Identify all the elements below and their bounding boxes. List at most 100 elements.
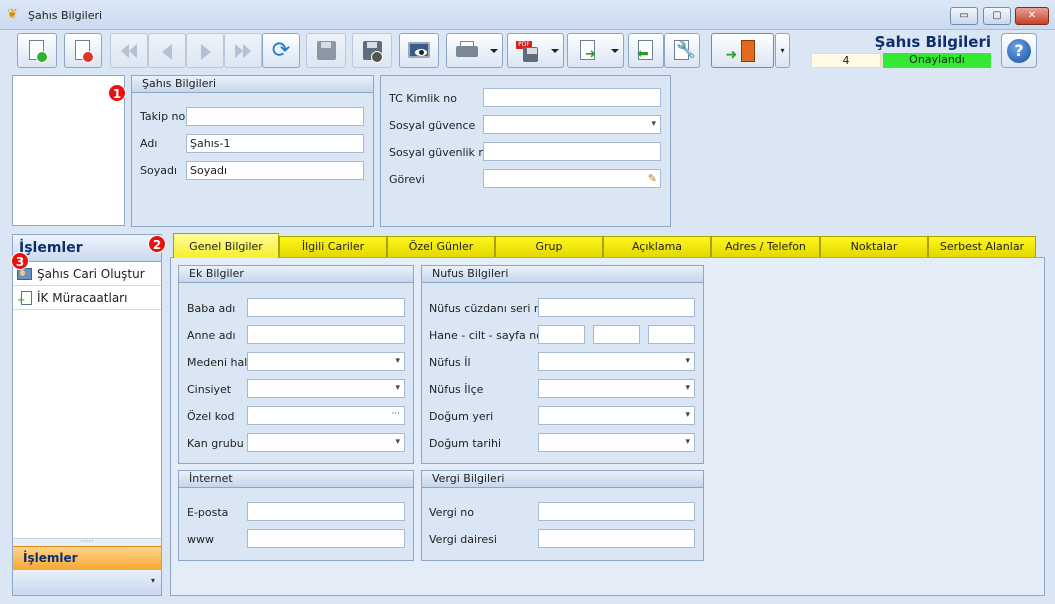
cilt-no-input[interactable] [593,325,640,344]
panel-splitter-grip[interactable]: ····· [13,538,161,546]
tab-adres-telefon[interactable]: Adres / Telefon [711,236,820,258]
tab-grup[interactable]: Grup [495,236,603,258]
new-record-button[interactable] [17,33,57,68]
hane-cilt-sayfa-label: Hane - cilt - sayfa no [429,329,543,342]
first-record-button[interactable] [110,33,148,68]
kan-grubu-select[interactable] [247,433,405,452]
anne-adi-label: Anne adı [187,329,236,342]
printer-icon [455,39,479,63]
preview-icon [407,39,431,63]
previous-record-button[interactable] [148,33,186,68]
list-item-label: Şahıs Cari Oluştur [37,266,145,281]
sayfa-no-input[interactable] [648,325,695,344]
ozel-kod-label: Özel kod [187,410,235,423]
callout-1: 1 [108,84,126,102]
operations-footer-bar[interactable]: ▾ [13,570,161,595]
help-button[interactable]: ? [1001,33,1037,68]
sosyal-guvenlik-no-label: Sosyal güvenlik no [389,146,493,159]
tc-kimlik-label: TC Kimlik no [389,92,457,105]
dogum-tarihi-label: Doğum tarihi [429,437,502,450]
soyadi-input[interactable]: Soyadı [186,161,364,180]
person-info-group: Şahıs Bilgileri Takip no Adı Şahıs-1 Soy… [131,75,374,227]
help-icon: ? [1007,39,1031,63]
tc-kimlik-input[interactable] [483,88,661,107]
sosyal-guvenlik-no-input[interactable] [483,142,661,161]
pdf-icon: PDF [516,39,540,63]
chevron-down-icon[interactable]: ▾ [151,576,155,585]
window-title: Şahıs Bilgileri [28,9,103,22]
list-item-ik-muracaatlari[interactable]: + İK Müracaatları [13,286,161,310]
nufus-il-select[interactable] [538,352,695,371]
refresh-icon: ⟳ [271,37,291,63]
gorevi-label: Görevi [389,173,425,186]
back-button[interactable]: ⬅ [628,33,664,68]
first-icon [117,39,141,63]
medeni-hali-select[interactable] [247,352,405,371]
cancel-save-button[interactable] [352,33,392,68]
cinsiyet-label: Cinsiyet [187,383,232,396]
baba-adi-input[interactable] [247,298,405,317]
close-button[interactable]: ✕ [1015,7,1049,25]
tools-button[interactable]: 🔧 [664,33,700,68]
tab-aciklama[interactable]: Açıklama [603,236,711,258]
tab-serbest-alanlar[interactable]: Serbest Alanlar [928,236,1036,258]
tab-genel-bilgiler[interactable]: Genel Bilgiler [173,233,279,258]
hr-list-icon: + [17,290,33,306]
delete-record-button[interactable] [64,33,102,68]
vergi-no-label: Vergi no [429,506,475,519]
refresh-button[interactable]: ⟳ [262,33,300,68]
cinsiyet-select[interactable] [247,379,405,398]
adi-input[interactable]: Şahıs-1 [186,134,364,153]
e-posta-input[interactable] [247,502,405,521]
transfer-button[interactable]: ➜ [567,33,624,68]
record-number: 4 [811,53,881,68]
internet-title: İnternet [179,471,413,488]
sosyal-guvence-select[interactable] [483,115,661,134]
tab-ozel-gunler[interactable]: Özel Günler [387,236,495,258]
hane-no-input[interactable] [538,325,585,344]
list-item-label: İK Müracaatları [37,290,128,305]
butterfly-logo-icon: ❦ [7,7,18,22]
dogum-tarihi-select[interactable] [538,433,695,452]
nufus-cuzdani-seri-no-label: Nüfus cüzdanı seri no [429,302,548,315]
photo-box[interactable] [12,75,125,226]
takip-no-input[interactable] [186,107,364,126]
internet-group: İnternet E-posta www [178,470,414,561]
tab-noktalar[interactable]: Noktalar [820,236,928,258]
export-pdf-button[interactable]: PDF [507,33,564,68]
maximize-button[interactable]: ▢ [983,7,1011,25]
cancel-save-icon [360,39,384,63]
callout-3: 3 [11,252,29,270]
dogum-yeri-select[interactable] [538,406,695,425]
gorevi-picker[interactable] [483,169,661,188]
nufus-ilce-select[interactable] [538,379,695,398]
anne-adi-input[interactable] [247,325,405,344]
vergi-dairesi-input[interactable] [538,529,695,548]
nufus-cuzdani-seri-no-input[interactable] [538,298,695,317]
save-icon [314,39,338,63]
tab-content-genel-bilgiler: Ek Bilgiler Baba adı Anne adı Medeni hal… [170,257,1045,596]
baba-adi-label: Baba adı [187,302,236,315]
preview-button[interactable] [399,33,439,68]
last-record-button[interactable] [224,33,262,68]
chevron-down-icon: ▾ [780,46,785,55]
operations-footer-tab[interactable]: İşlemler [13,546,161,570]
minimize-button[interactable]: ▭ [950,7,978,25]
exit-dropdown-button[interactable]: ▾ [775,33,790,68]
print-button[interactable] [446,33,503,68]
tab-ilgili-cariler[interactable]: İlgili Cariler [279,236,387,258]
adi-label: Adı [140,137,158,150]
save-button[interactable] [306,33,346,68]
callout-2: 2 [148,235,166,253]
title-bar: ❦ Şahıs Bilgileri ▭ ▢ ✕ [0,0,1055,30]
next-record-button[interactable] [186,33,224,68]
e-posta-label: E-posta [187,506,229,519]
ozel-kod-picker[interactable] [247,406,405,425]
www-input[interactable] [247,529,405,548]
vergi-no-input[interactable] [538,502,695,521]
person-info-title: Şahıs Bilgileri [132,76,373,93]
ek-bilgiler-group: Ek Bilgiler Baba adı Anne adı Medeni hal… [178,265,414,464]
exit-button[interactable]: ➜ [711,33,774,68]
list-item-sahis-cari-olustur[interactable]: Şahıs Cari Oluştur [13,262,161,286]
status-badge: Onaylandı [883,53,991,68]
